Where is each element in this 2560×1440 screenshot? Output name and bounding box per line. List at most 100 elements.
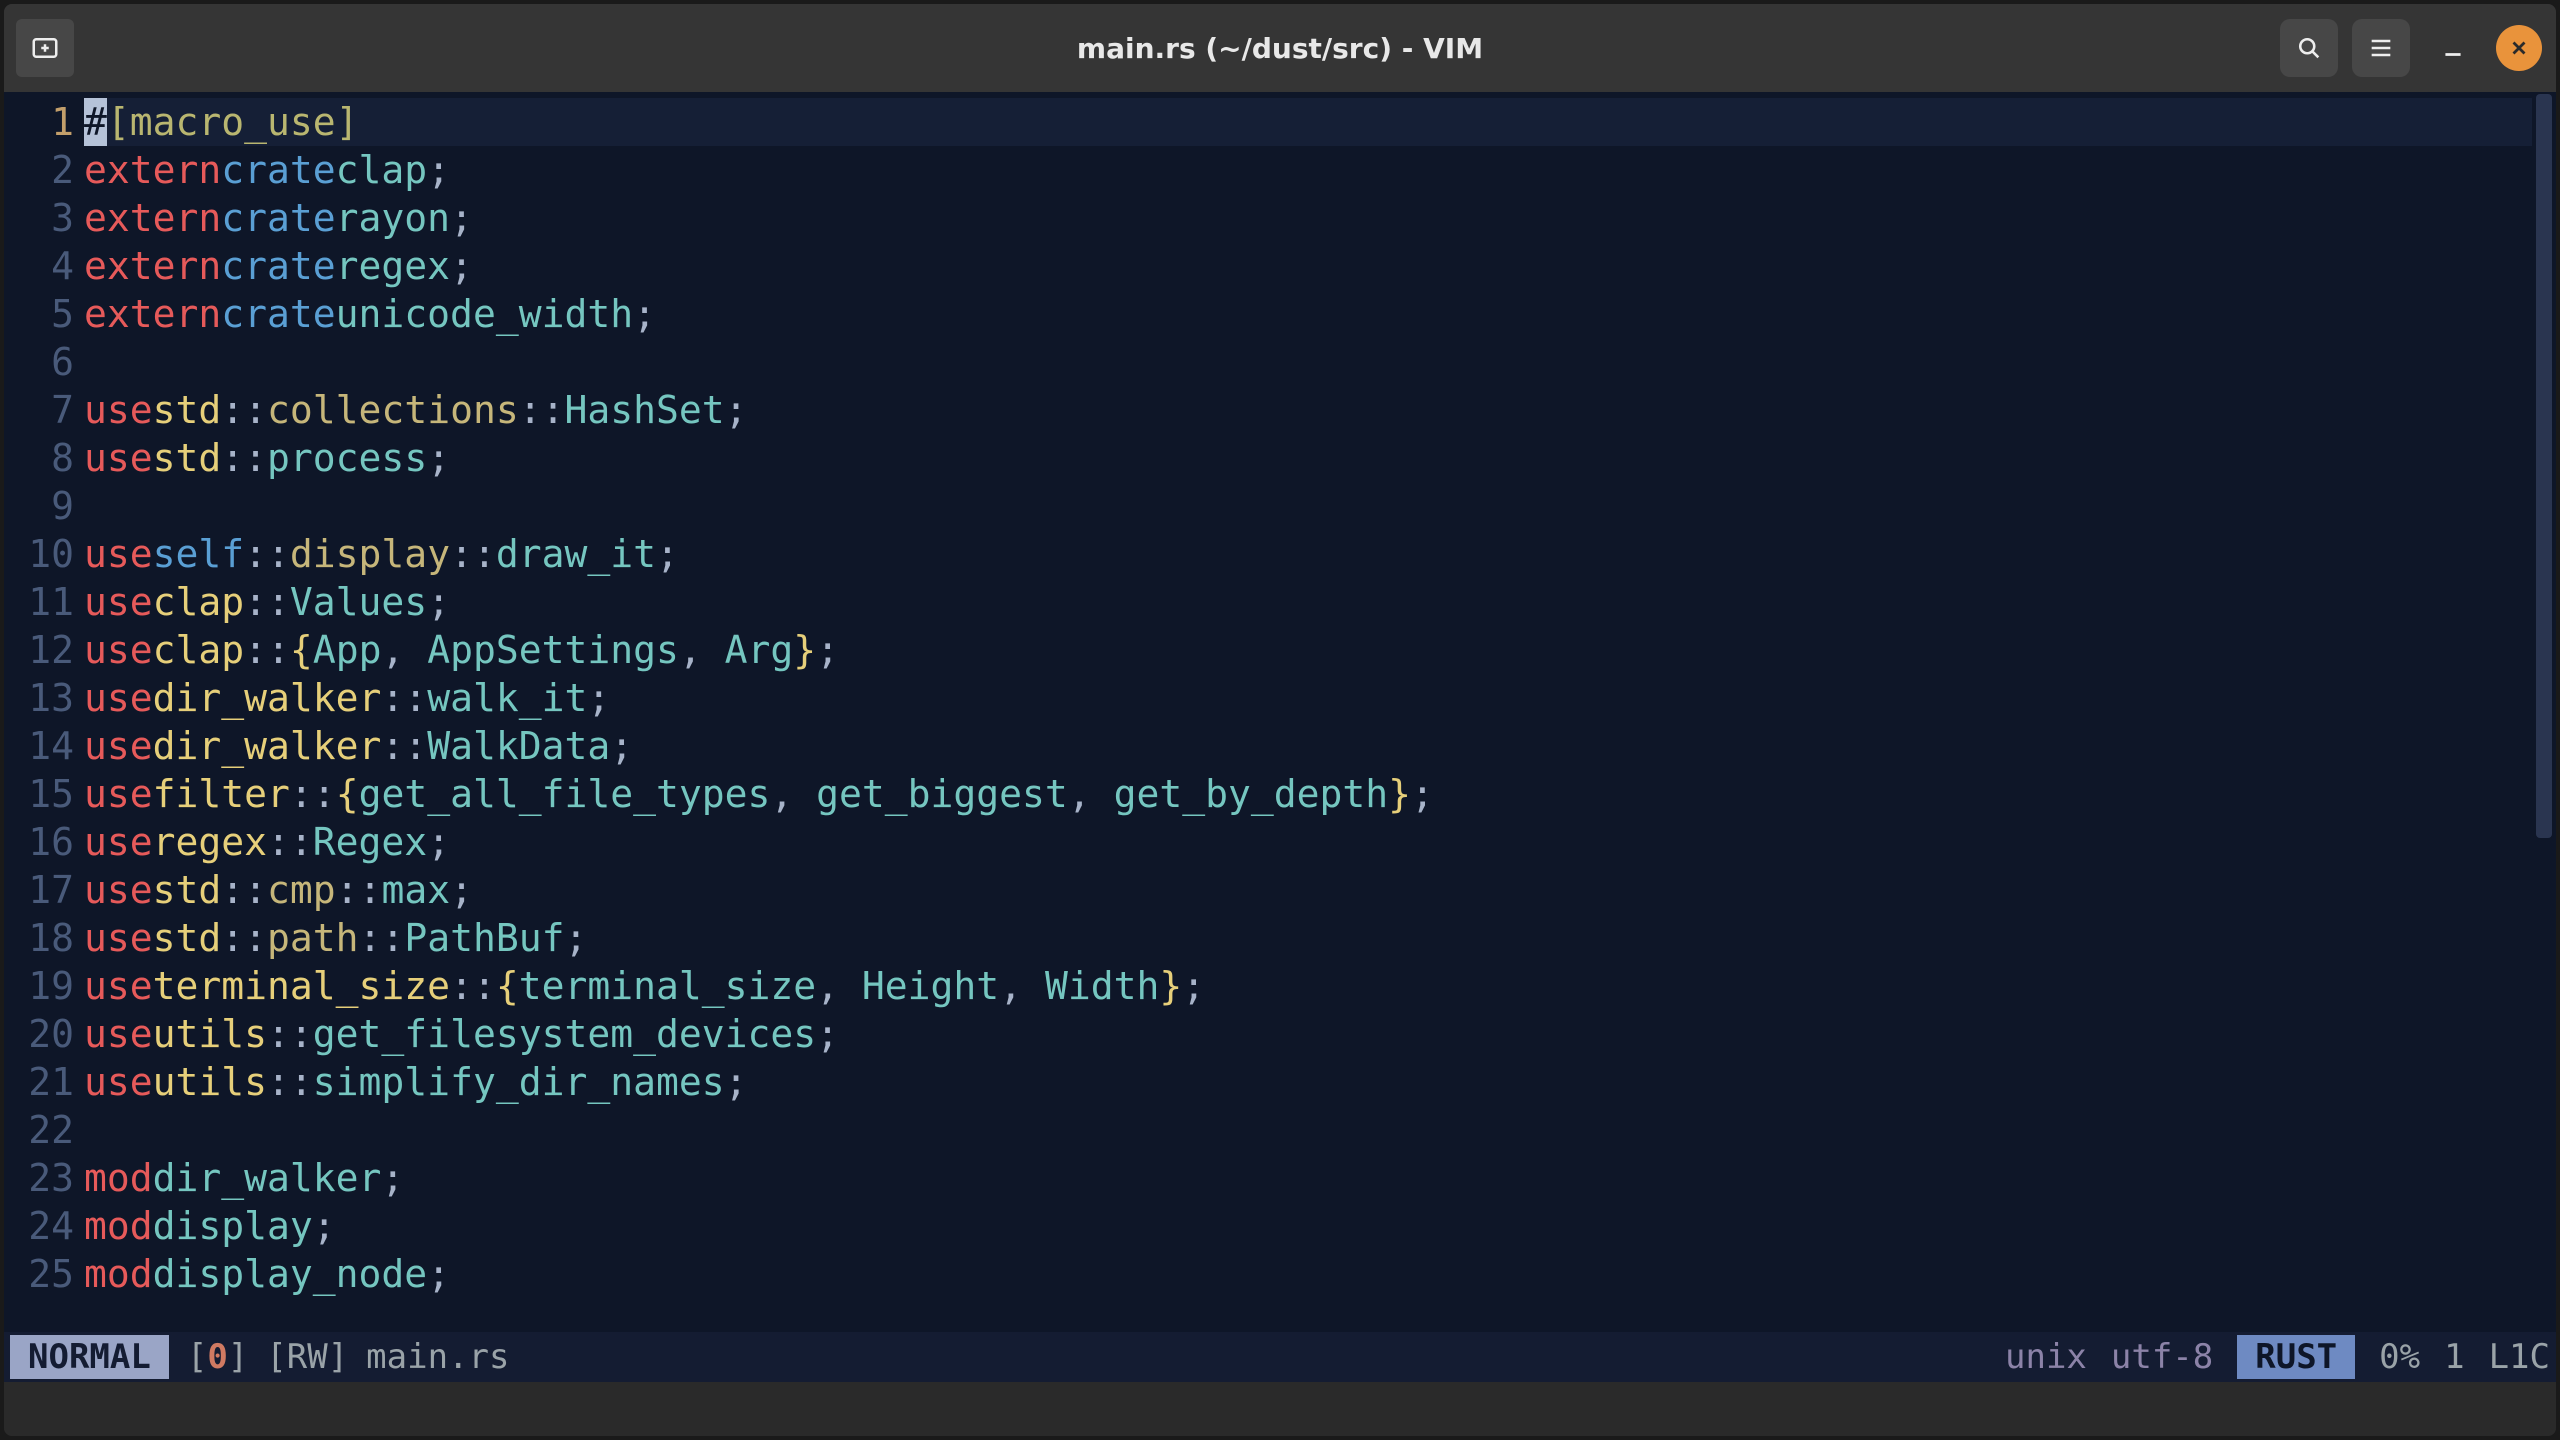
token: , [999, 962, 1045, 1010]
token: use [84, 914, 153, 962]
line-number: 12 [4, 626, 84, 674]
minimize-button[interactable] [2424, 19, 2482, 77]
code-line[interactable]: mod display; [84, 1202, 2556, 1250]
new-tab-button[interactable] [16, 19, 74, 77]
editor-area[interactable]: 1234567891011121314151617181920212223242… [4, 92, 2556, 1332]
token: std [153, 914, 222, 962]
token: get_biggest [816, 770, 1068, 818]
token: , [816, 962, 862, 1010]
line-number: 16 [4, 818, 84, 866]
token: { [336, 770, 359, 818]
code-line[interactable]: extern crate clap; [84, 146, 2556, 194]
token: ; [633, 290, 656, 338]
code-line[interactable]: use utils::simplify_dir_names; [84, 1058, 2556, 1106]
token: :: [290, 770, 336, 818]
search-button[interactable] [2280, 19, 2338, 77]
code-line[interactable]: use std::cmp::max; [84, 866, 2556, 914]
code-line[interactable]: use terminal_size::{terminal_size, Heigh… [84, 962, 2556, 1010]
token: ; [427, 1250, 450, 1298]
code-line[interactable]: extern crate regex; [84, 242, 2556, 290]
file-encoding: utf-8 [2111, 1337, 2213, 1377]
minimize-icon [2440, 35, 2466, 61]
code-line[interactable]: mod dir_walker; [84, 1154, 2556, 1202]
code-line[interactable]: use self::display::draw_it; [84, 530, 2556, 578]
token: , [381, 626, 427, 674]
line-number: 23 [4, 1154, 84, 1202]
line-number: 18 [4, 914, 84, 962]
token: Regex [313, 818, 427, 866]
line-number: 19 [4, 962, 84, 1010]
code-line[interactable]: use dir_walker::walk_it; [84, 674, 2556, 722]
titlebar: main.rs (~/dust/src) - VIM [4, 4, 2556, 92]
code-line[interactable]: use filter::{get_all_file_types, get_big… [84, 770, 2556, 818]
menu-button[interactable] [2352, 19, 2410, 77]
token: ; [564, 914, 587, 962]
code-line[interactable] [84, 1106, 2556, 1154]
token: display [153, 1202, 313, 1250]
token: use [84, 674, 153, 722]
token: mod [84, 1202, 153, 1250]
token: :: [244, 578, 290, 626]
code-line[interactable]: use clap::{App, AppSettings, Arg}; [84, 626, 2556, 674]
token: :: [221, 386, 267, 434]
token: terminal_size [519, 962, 816, 1010]
token: process [267, 434, 427, 482]
token: { [496, 962, 519, 1010]
code-line[interactable]: extern crate unicode_width; [84, 290, 2556, 338]
token: extern [84, 242, 221, 290]
line-number: 5 [4, 290, 84, 338]
line-number: 2 [4, 146, 84, 194]
token: self [153, 530, 245, 578]
token: ; [1182, 962, 1205, 1010]
token: :: [267, 818, 313, 866]
token: Height [862, 962, 999, 1010]
code-line[interactable] [84, 482, 2556, 530]
code-line[interactable]: use regex::Regex; [84, 818, 2556, 866]
token: AppSettings [427, 626, 679, 674]
token: , [679, 626, 725, 674]
code-line[interactable]: extern crate rayon; [84, 194, 2556, 242]
token: ; [610, 722, 633, 770]
token: collections [267, 386, 519, 434]
code-line[interactable]: use std::process; [84, 434, 2556, 482]
code-content[interactable]: #[macro_use]extern crate clap;extern cra… [84, 92, 2556, 1332]
token: cmp [267, 866, 336, 914]
token: regex [153, 818, 267, 866]
token: Width [1045, 962, 1159, 1010]
scrollbar[interactable] [2532, 92, 2556, 1332]
code-line[interactable]: use dir_walker::WalkData; [84, 722, 2556, 770]
token: crate [221, 290, 335, 338]
token: use [84, 434, 153, 482]
code-line[interactable]: mod display_node; [84, 1250, 2556, 1298]
scrollbar-thumb[interactable] [2536, 94, 2552, 838]
line-number: 21 [4, 1058, 84, 1106]
line-number: 25 [4, 1250, 84, 1298]
token: mod [84, 1250, 153, 1298]
token: utils [153, 1058, 267, 1106]
code-line[interactable] [84, 338, 2556, 386]
line-number: 17 [4, 866, 84, 914]
code-line[interactable]: use utils::get_filesystem_devices; [84, 1010, 2556, 1058]
token: walk_it [427, 674, 587, 722]
close-button[interactable] [2496, 25, 2542, 71]
code-line[interactable]: #[macro_use] [84, 98, 2556, 146]
token: max [381, 866, 450, 914]
token: crate [221, 194, 335, 242]
token: ; [1411, 770, 1434, 818]
token: ; [427, 818, 450, 866]
code-line[interactable]: use clap::Values; [84, 578, 2556, 626]
token: } [1388, 770, 1411, 818]
filetype-indicator: RUST [2237, 1335, 2355, 1379]
token: get_by_depth [1114, 770, 1389, 818]
vim-window: main.rs (~/dust/src) - VIM [4, 4, 2556, 1436]
token: display [290, 530, 450, 578]
code-line[interactable]: use std::collections::HashSet; [84, 386, 2556, 434]
token: mod [84, 1154, 153, 1202]
token: ; [427, 146, 450, 194]
token: PathBuf [404, 914, 564, 962]
code-line[interactable]: use std::path::PathBuf; [84, 914, 2556, 962]
line-number: 3 [4, 194, 84, 242]
token: use [84, 722, 153, 770]
token: clap [153, 626, 245, 674]
token: std [153, 386, 222, 434]
